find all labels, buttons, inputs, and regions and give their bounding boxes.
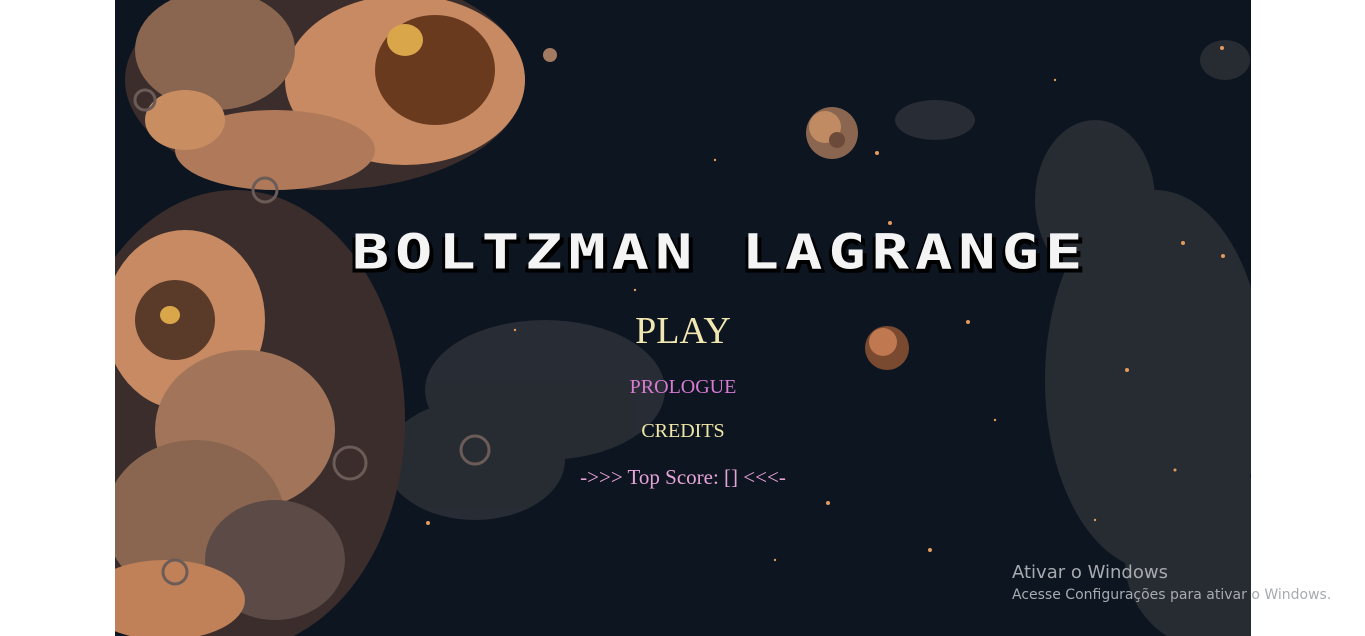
nebula-top (125, 0, 525, 190)
planet-upper (806, 107, 858, 159)
game-title-logo: BOLTZMAN LAGRANGE (300, 228, 1140, 298)
top-score: ->>> Top Score: [] <<<- (580, 465, 786, 489)
game-canvas[interactable]: BOLTZMAN LAGRANGE PLAY PROLOGUE CREDITS … (115, 0, 1251, 636)
play-button[interactable]: PLAY (115, 309, 1251, 353)
watermark-subtitle: Acesse Configurações para ativar o Windo… (1012, 587, 1332, 603)
prologue-button[interactable]: PROLOGUE (115, 376, 1251, 399)
credits-button[interactable]: CREDITS (115, 420, 1251, 443)
windows-activation-watermark: Ativar o Windows Acesse Configurações pa… (1012, 562, 1331, 606)
watermark-title: Ativar o Windows (1012, 562, 1168, 583)
game-title: BOLTZMAN LAGRANGE (351, 223, 1089, 281)
small-moon (543, 48, 557, 62)
